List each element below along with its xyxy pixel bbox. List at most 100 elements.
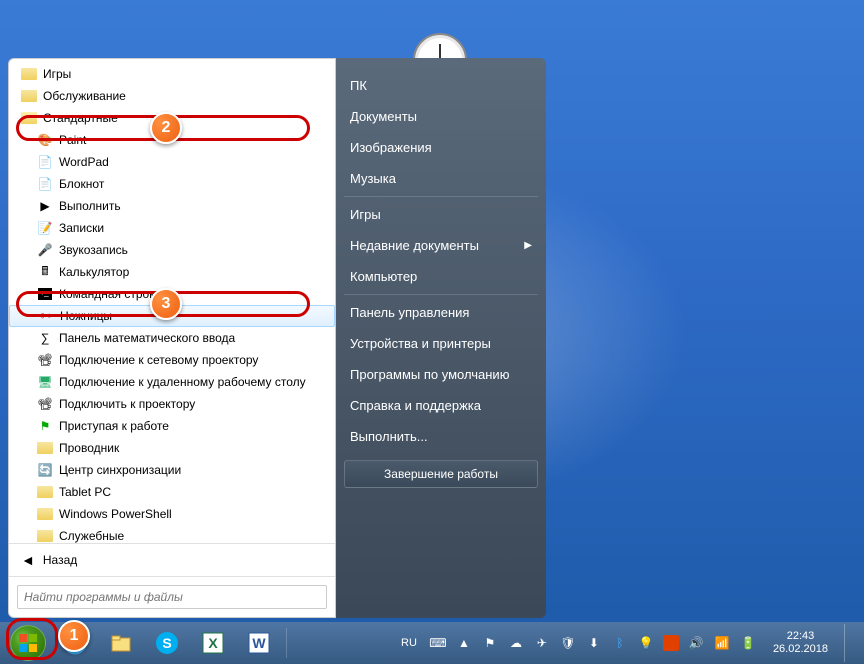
program-label: WordPad xyxy=(59,155,109,169)
program-label: Записки xyxy=(59,221,104,235)
program-label: Выполнить xyxy=(59,199,121,213)
start-menu-right-item[interactable]: Игры xyxy=(336,199,546,230)
show-desktop-button[interactable] xyxy=(844,624,856,662)
program-item[interactable]: 📝Записки xyxy=(9,217,335,239)
program-item[interactable]: ▶Выполнить xyxy=(9,195,335,217)
right-item-label: Недавние документы xyxy=(350,238,479,253)
program-item[interactable]: Windows PowerShell xyxy=(9,503,335,525)
snip-icon: ✂ xyxy=(38,308,54,324)
taskbar-excel[interactable]: X xyxy=(191,626,235,660)
sync-icon: 🔄 xyxy=(37,462,53,478)
program-item[interactable]: Обслуживание xyxy=(9,85,335,107)
program-item[interactable]: 📽Подключение к сетевому проектору xyxy=(9,349,335,371)
separator xyxy=(344,294,538,295)
taskbar-clock[interactable]: 22:43 26.02.2018 xyxy=(765,630,836,656)
folder-icon xyxy=(21,88,37,104)
language-indicator[interactable]: RU xyxy=(397,637,421,649)
folder-open-icon xyxy=(21,110,37,126)
start-menu-right-item[interactable]: Недавние документы▶ xyxy=(336,230,546,261)
program-label: Служебные xyxy=(59,529,124,543)
program-item[interactable]: 🎤 Звукозапись xyxy=(9,239,335,261)
program-item[interactable]: 🔄 Центр синхронизации xyxy=(9,459,335,481)
start-menu-right-item[interactable]: Документы xyxy=(336,101,546,132)
program-item[interactable]: ⚑Приступая к работе xyxy=(9,415,335,437)
sound-icon: 🎤 xyxy=(37,242,53,258)
start-menu-right-item[interactable]: Панель управления xyxy=(336,297,546,328)
folder-icon xyxy=(21,66,37,82)
program-item[interactable]: Игры xyxy=(9,63,335,85)
program-label: Блокнот xyxy=(59,177,104,191)
start-menu-right-item[interactable]: Справка и поддержка xyxy=(336,390,546,421)
program-item[interactable]: 📄 WordPad xyxy=(9,151,335,173)
folder-icon xyxy=(37,506,53,522)
tray-chevron-icon[interactable]: ▲ xyxy=(455,634,473,652)
math-icon: ∑ xyxy=(37,330,53,346)
start-menu-right-panel: ПКДокументыИзображенияМузыкаИгрыНедавние… xyxy=(336,58,546,618)
tray-arrow-down-icon[interactable]: ⬇ xyxy=(585,634,603,652)
tray-app-icon[interactable] xyxy=(663,635,679,651)
back-button[interactable]: ◄ Назад xyxy=(9,543,335,576)
start-menu-right-item[interactable]: Музыка xyxy=(336,163,546,194)
taskbar-skype[interactable]: S xyxy=(145,626,189,660)
right-item-label: Музыка xyxy=(350,171,396,186)
program-item[interactable]: 🖥 Подключение к удаленному рабочему столу xyxy=(9,371,335,393)
tray-telegram-icon[interactable]: ✈ xyxy=(533,634,551,652)
program-label: Калькулятор xyxy=(59,265,129,279)
wordpad-icon: 📄 xyxy=(37,154,53,170)
tray-battery-icon[interactable]: 🔋 xyxy=(739,634,757,652)
program-label: Проводник xyxy=(59,441,119,455)
tray-shield-icon[interactable]: 🛡 xyxy=(559,634,577,652)
start-menu-right-item[interactable]: Изображения xyxy=(336,132,546,163)
taskbar-explorer[interactable] xyxy=(99,626,143,660)
cmd-icon: ›_ xyxy=(37,286,53,302)
rdp-icon: 🖥 xyxy=(37,374,53,390)
program-label: Центр синхронизации xyxy=(59,463,181,477)
start-menu-right-item[interactable]: ПК xyxy=(336,70,546,101)
start-menu-right-item[interactable]: Устройства и принтеры xyxy=(336,328,546,359)
tray-network-icon[interactable]: 📶 xyxy=(713,634,731,652)
right-item-label: Документы xyxy=(350,109,417,124)
clock-time: 22:43 xyxy=(773,630,828,643)
program-item[interactable]: Tablet PC xyxy=(9,481,335,503)
program-label: Подключение к удаленному рабочему столу xyxy=(59,375,306,389)
separator xyxy=(344,196,538,197)
taskbar-word[interactable]: W xyxy=(237,626,281,660)
tray-bluetooth-icon[interactable]: ᛒ xyxy=(611,634,629,652)
start-menu: ИгрыОбслуживаниеСтандартные🎨Paint📄WordPa… xyxy=(8,58,546,618)
annotation-badge-3: 3 xyxy=(150,288,182,320)
tray-keyboard-icon[interactable]: ⌨ xyxy=(429,634,447,652)
program-label: Подключить к проектору xyxy=(59,397,195,411)
start-menu-right-item[interactable]: Выполнить... xyxy=(336,421,546,452)
program-item[interactable]: 📽Подключить к проектору xyxy=(9,393,335,415)
program-label: Windows PowerShell xyxy=(59,507,172,521)
shutdown-button[interactable]: Завершение работы xyxy=(344,460,538,488)
program-item[interactable]: 🖩Калькулятор xyxy=(9,261,335,283)
program-label: Tablet PC xyxy=(59,485,111,499)
program-item[interactable]: 📄Блокнот xyxy=(9,173,335,195)
welcome-icon: ⚑ xyxy=(37,418,53,434)
program-item[interactable]: Служебные xyxy=(9,525,335,543)
tray-flag-icon[interactable]: ⚑ xyxy=(481,634,499,652)
start-menu-right-item[interactable]: Компьютер xyxy=(336,261,546,292)
explorer-icon xyxy=(37,440,53,456)
search-input[interactable] xyxy=(17,585,327,609)
right-item-label: Программы по умолчанию xyxy=(350,367,509,382)
annotation-badge-1: 1 xyxy=(58,620,90,652)
right-item-label: Справка и поддержка xyxy=(350,398,481,413)
right-item-label: Выполнить... xyxy=(350,429,428,444)
start-button[interactable] xyxy=(4,624,52,662)
right-item-label: Изображения xyxy=(350,140,432,155)
tray-cloud-icon[interactable]: ☁ xyxy=(507,634,525,652)
tray-lightbulb-icon[interactable]: 💡 xyxy=(637,634,655,652)
back-arrow-icon: ◄ xyxy=(21,552,35,568)
start-menu-right-item[interactable]: Программы по умолчанию xyxy=(336,359,546,390)
search-container xyxy=(9,576,335,617)
program-label: Звукозапись xyxy=(59,243,128,257)
windows-orb-icon xyxy=(10,625,46,661)
program-item[interactable]: Проводник xyxy=(9,437,335,459)
folder-icon xyxy=(37,528,53,543)
svg-text:S: S xyxy=(162,635,171,651)
tray-volume-icon[interactable]: 🔊 xyxy=(687,634,705,652)
clock-date: 26.02.2018 xyxy=(773,643,828,656)
program-item[interactable]: ∑Панель математического ввода xyxy=(9,327,335,349)
